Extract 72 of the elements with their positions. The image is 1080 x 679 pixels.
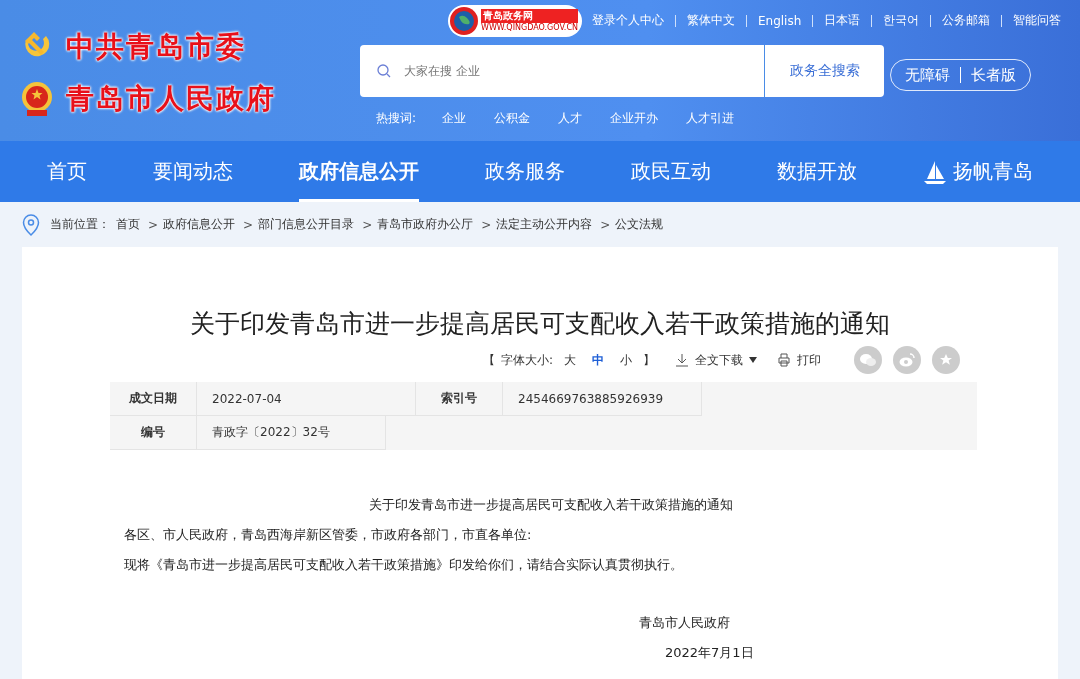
hot-search-link[interactable]: 企业 bbox=[442, 110, 467, 128]
breadcrumb-link[interactable]: 首页 bbox=[116, 216, 140, 233]
article-title: 关于印发青岛市进一步提高居民可支配收入若干政策措施的通知 bbox=[189, 308, 891, 340]
signer: 青岛市人民政府 bbox=[638, 614, 731, 632]
mode-link[interactable]: 长者版 bbox=[971, 65, 1016, 85]
nav-tab[interactable]: 扬帆青岛 bbox=[923, 141, 1033, 202]
favorite-button[interactable] bbox=[932, 346, 960, 374]
portal-logo[interactable]: 青岛政务网 WWW.QINGDAO.GOV.CN bbox=[448, 4, 582, 37]
document-heading: 关于印发青岛市进一步提高居民可支配收入若干政策措施的通知 bbox=[368, 496, 734, 514]
search-icon bbox=[377, 64, 391, 79]
font-size-option[interactable]: 小 bbox=[620, 351, 632, 369]
top-link[interactable]: 한국어 bbox=[883, 12, 920, 30]
mode-link[interactable]: 无障碍 bbox=[905, 65, 950, 85]
nav-tab[interactable]: 首页 bbox=[47, 141, 87, 202]
breadcrumb-separator: > bbox=[243, 217, 254, 232]
breadcrumb-link[interactable]: 青岛市政府办公厅 bbox=[377, 216, 474, 233]
font-size-option[interactable]: 中 bbox=[592, 351, 604, 369]
download-link[interactable]: 全文下载 bbox=[675, 351, 757, 369]
hot-search-link[interactable]: 人才引进 bbox=[686, 110, 735, 128]
breadcrumb-label: 当前位置： bbox=[50, 216, 110, 233]
breadcrumb-link[interactable]: 公文法规 bbox=[615, 216, 664, 233]
logo-text: 青岛政务网 bbox=[481, 9, 578, 24]
breadcrumb-separator: > bbox=[362, 217, 373, 232]
site-title: 中共青岛市委 bbox=[66, 28, 246, 65]
field-value: 青政字〔2022〕32号 bbox=[197, 416, 386, 450]
nav-tab[interactable]: 要闻动态 bbox=[153, 141, 233, 202]
font-size-label: 字体大小: bbox=[500, 351, 553, 369]
download-icon bbox=[675, 353, 689, 367]
document-date: 2022年7月1日 bbox=[664, 644, 755, 662]
breadcrumb-link[interactable]: 法定主动公开内容 bbox=[496, 216, 593, 233]
globe-icon bbox=[449, 5, 479, 36]
top-link[interactable]: 繁体中文 bbox=[687, 12, 735, 30]
logo-url: WWW.QINGDAO.GOV.CN bbox=[481, 23, 578, 33]
nav-tab[interactable]: 数据开放 bbox=[777, 141, 857, 202]
emblem-icon bbox=[20, 79, 54, 118]
paragraph: 现将《青岛市进一步提高居民可支配收入若干政策措施》印发给你们，请结合实际认真贯彻执行。 bbox=[124, 556, 684, 574]
top-link[interactable]: 智能问答 bbox=[1013, 12, 1062, 30]
field-label: 成文日期 bbox=[110, 382, 197, 416]
star-icon bbox=[939, 353, 953, 367]
field-label: 编号 bbox=[110, 416, 197, 450]
field-value: 2022-07-04 bbox=[197, 382, 416, 416]
hot-search-link[interactable]: 公积金 bbox=[494, 110, 531, 128]
share-weibo-button[interactable] bbox=[893, 346, 921, 374]
printer-icon bbox=[777, 353, 791, 367]
top-link[interactable]: 日本语 bbox=[824, 12, 861, 30]
bracket: 】 bbox=[643, 351, 655, 369]
bracket: 【 bbox=[482, 351, 495, 369]
nav-tab[interactable]: 政府信息公开 bbox=[299, 141, 419, 202]
hot-search-link[interactable]: 企业开办 bbox=[610, 110, 659, 128]
breadcrumb-link[interactable]: 政府信息公开 bbox=[163, 216, 236, 233]
breadcrumb-separator: > bbox=[148, 217, 159, 232]
top-link[interactable]: English bbox=[758, 13, 802, 28]
top-link[interactable]: 登录个人中心 bbox=[592, 12, 664, 30]
share-wechat-button[interactable] bbox=[854, 346, 882, 374]
font-size-option[interactable]: 大 bbox=[564, 351, 576, 369]
nav-tab[interactable]: 政务服务 bbox=[485, 141, 565, 202]
weibo-icon bbox=[899, 353, 915, 367]
caret-icon bbox=[749, 357, 757, 363]
hot-search-label: 热搜词: bbox=[376, 110, 417, 128]
print-link[interactable]: 打印 bbox=[777, 351, 821, 369]
breadcrumb-separator: > bbox=[600, 217, 611, 232]
salutation: 各区、市人民政府，青岛西海岸新区管委，市政府各部门，市直各单位: bbox=[124, 526, 533, 544]
site-title: 青岛市人民政府 bbox=[66, 80, 276, 117]
location-pin-icon bbox=[22, 213, 40, 236]
breadcrumb-link[interactable]: 部门信息公开目录 bbox=[258, 216, 355, 233]
hot-search-link[interactable]: 人才 bbox=[558, 110, 583, 128]
search-button[interactable]: 政务全搜索 bbox=[764, 45, 884, 97]
breadcrumb-separator: > bbox=[481, 217, 492, 232]
top-link[interactable]: 公务邮箱 bbox=[942, 12, 991, 30]
chat-bubbles-icon bbox=[860, 353, 876, 367]
nav-tab[interactable]: 政民互动 bbox=[631, 141, 711, 202]
search-field[interactable]: 大家在搜 企业 bbox=[360, 45, 764, 97]
